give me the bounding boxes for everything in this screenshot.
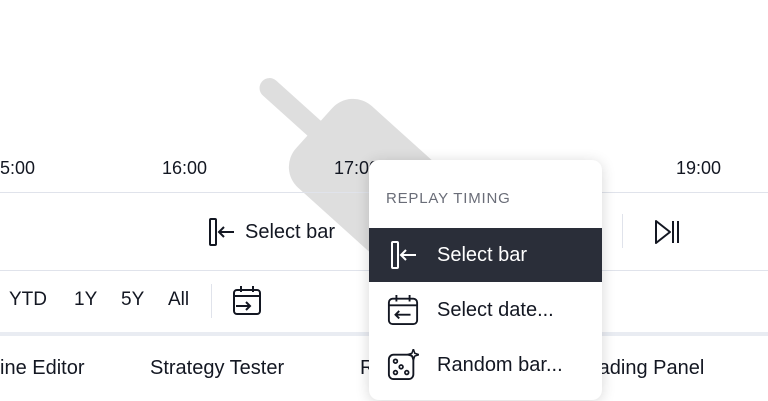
range-all-button[interactable]: All bbox=[168, 289, 189, 311]
menu-item-label: Random bar... bbox=[437, 353, 563, 376]
divider bbox=[211, 284, 212, 318]
range-1y-button[interactable]: 1Y bbox=[74, 289, 97, 311]
menu-header: REPLAY TIMING bbox=[386, 190, 511, 207]
time-axis-label: 19:00 bbox=[676, 158, 722, 178]
select-bar-button[interactable]: Select bar bbox=[205, 211, 335, 253]
menu-item-label: Select date... bbox=[437, 298, 554, 321]
menu-item-select-bar[interactable]: Select bar bbox=[369, 228, 602, 282]
select-bar-icon bbox=[209, 218, 234, 246]
select-bar-icon bbox=[391, 241, 416, 269]
tab-pine-editor[interactable]: ine Editor bbox=[0, 357, 85, 380]
replay-timing-menu: REPLAY TIMING Select bar Select date... bbox=[369, 160, 602, 400]
tab-trading-panel[interactable]: rading Panel bbox=[592, 357, 704, 380]
menu-item-label: Select bar bbox=[437, 243, 528, 266]
play-step-icon[interactable] bbox=[652, 218, 682, 246]
goto-date-icon[interactable] bbox=[230, 284, 264, 318]
dice-icon bbox=[387, 349, 419, 381]
select-bar-label: Select bar bbox=[245, 220, 336, 243]
time-axis-label: 5:00 bbox=[0, 158, 36, 178]
divider bbox=[622, 214, 623, 248]
range-5y-button[interactable]: 5Y bbox=[121, 289, 144, 311]
range-ytd-button[interactable]: YTD bbox=[9, 289, 47, 311]
time-axis-label: 16:00 bbox=[162, 158, 208, 178]
chart-replay-screen: 5:00 16:00 17:00 19:00 Select bar YTD 1Y… bbox=[0, 0, 768, 401]
menu-item-select-date[interactable]: Select date... bbox=[369, 283, 602, 337]
menu-item-random-bar[interactable]: Random bar... bbox=[369, 338, 602, 392]
tab-strategy-tester[interactable]: Strategy Tester bbox=[150, 357, 284, 380]
calendar-icon bbox=[387, 294, 419, 326]
